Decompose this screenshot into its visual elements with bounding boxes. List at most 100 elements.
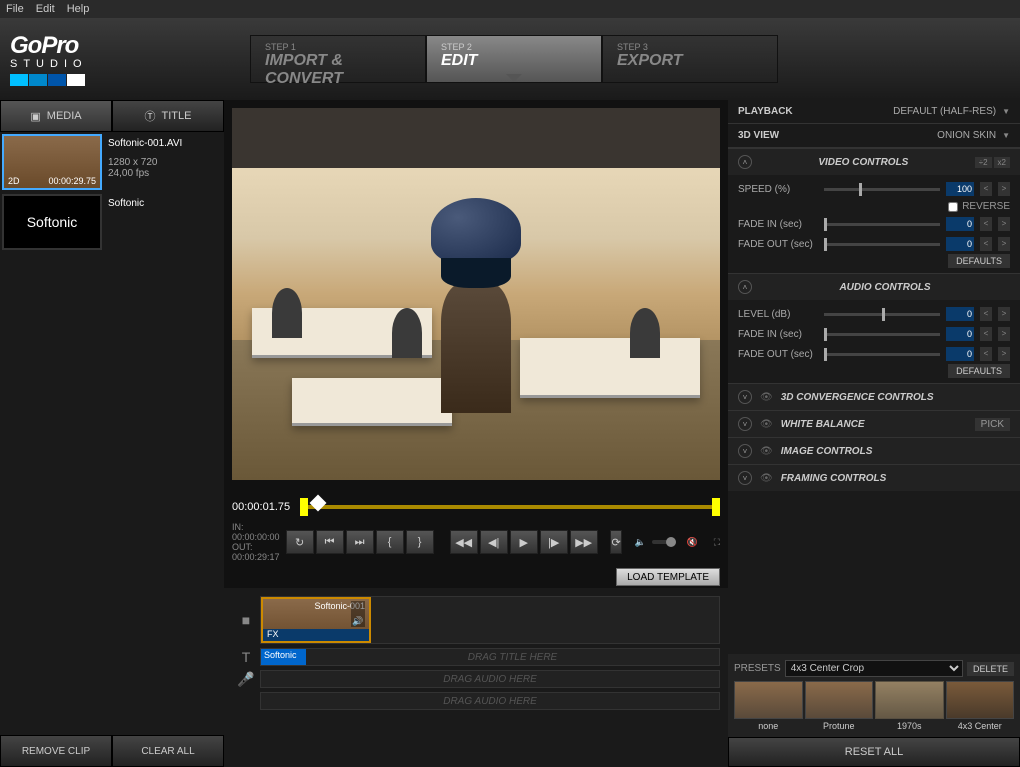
video-controls-header[interactable]: ˄ VIDEO CONTROLS ÷2x2 [728, 149, 1020, 175]
clip-filename: Softonic-001.AVI [108, 138, 216, 149]
fastforward-button[interactable]: ▶▶ [570, 530, 598, 554]
mute-icon[interactable]: 🔇 [686, 537, 697, 548]
playhead-icon[interactable] [310, 495, 327, 512]
eye-icon: 👁 [760, 446, 773, 457]
eye-icon: 👁 [760, 392, 773, 403]
reset-all-button[interactable]: RESET ALL [728, 737, 1020, 767]
clip-thumbnail: 2D00:00:29.75 [2, 134, 102, 190]
preset-delete-button[interactable]: DELETE [967, 662, 1014, 676]
fullscreen-icon[interactable]: ⛶ [714, 537, 720, 548]
playback-label: PLAYBACK [738, 106, 793, 117]
video-track[interactable]: Softonic-001 🔊 FX [260, 596, 720, 644]
framing-controls-header[interactable]: ˅👁FRAMING CONTROLS [728, 465, 1020, 491]
loop-button[interactable]: ↻ [286, 530, 314, 554]
audio-defaults-button[interactable]: DEFAULTS [948, 364, 1010, 378]
audio-fadeout-slider[interactable] [824, 353, 940, 356]
prev-clip-button[interactable]: ⏮ [316, 530, 344, 554]
menu-edit[interactable]: Edit [36, 3, 55, 15]
3dview-dropdown[interactable]: ONION SKIN [937, 130, 1010, 141]
title-track-icon: T [232, 649, 260, 665]
topbar: GoPro STUDIO STEP 1IMPORT & CONVERT STEP… [0, 18, 1020, 100]
step-import[interactable]: STEP 1IMPORT & CONVERT [250, 35, 426, 83]
3d-convergence-header[interactable]: ˅👁3D CONVERGENCE CONTROLS [728, 384, 1020, 410]
timeline-title-chip[interactable]: Softonic [261, 649, 306, 665]
menu-file[interactable]: File [6, 3, 24, 15]
menu-help[interactable]: Help [67, 3, 90, 15]
repeat-button[interactable]: ⟳ [610, 530, 623, 554]
logo: GoPro STUDIO [10, 32, 150, 86]
title-name: Softonic [108, 198, 216, 209]
step-export[interactable]: STEP 3EXPORT [602, 35, 778, 83]
step-edit[interactable]: STEP 2EDIT [426, 35, 602, 83]
out-time: 00:00:29:17 [232, 552, 280, 562]
volume-slider[interactable] [652, 540, 677, 544]
preset-dropdown[interactable]: 4x3 Center Crop [785, 660, 963, 677]
speed-inc[interactable]: > [998, 182, 1010, 196]
audio-track-1[interactable]: DRAG AUDIO HERE [260, 670, 720, 688]
step-forward-button[interactable]: |▶ [540, 530, 568, 554]
eye-icon: 👁 [760, 473, 773, 484]
preset-protune[interactable]: Protune [805, 681, 874, 731]
presets-label: PRESETS [734, 663, 781, 674]
mark-out-button[interactable]: } [406, 530, 434, 554]
reverse-checkbox[interactable] [948, 202, 958, 212]
workflow-steps: STEP 1IMPORT & CONVERT STEP 2EDIT STEP 3… [250, 35, 778, 83]
double-speed-button[interactable]: x2 [994, 157, 1010, 168]
preset-none[interactable]: none [734, 681, 803, 731]
timeline: ■ Softonic-001 🔊 FX T Softonic DRAG TITL… [224, 588, 728, 767]
collapse-icon: ˄ [738, 155, 752, 169]
title-thumbnail: Softonic [2, 194, 102, 250]
tab-media[interactable]: ▣MEDIA [0, 100, 112, 132]
fx-label: FX [263, 629, 369, 641]
3dview-label: 3D VIEW [738, 130, 779, 141]
next-clip-button[interactable]: ⏭ [346, 530, 374, 554]
image-controls-header[interactable]: ˅👁IMAGE CONTROLS [728, 438, 1020, 464]
video-fadein-slider[interactable] [824, 223, 940, 226]
clear-all-button[interactable]: CLEAR ALL [112, 735, 224, 767]
play-button[interactable]: ▶ [510, 530, 538, 554]
preview-viewport[interactable] [232, 108, 720, 480]
mark-in-button[interactable]: { [376, 530, 404, 554]
in-time: 00:00:00:00 [232, 532, 280, 542]
audio-controls-header[interactable]: ˄ AUDIO CONTROLS [728, 274, 1020, 300]
menubar: File Edit Help [0, 0, 1020, 18]
brand-blocks [10, 74, 150, 86]
audio-fadein-slider[interactable] [824, 333, 940, 336]
brand-sub: STUDIO [10, 58, 150, 70]
video-fadeout-slider[interactable] [824, 243, 940, 246]
playback-dropdown[interactable]: DEFAULT (HALF-RES) [893, 106, 1010, 117]
clip-fps: 24,00 fps [108, 168, 216, 179]
camera-icon: ▣ [30, 110, 40, 123]
title-track[interactable]: Softonic DRAG TITLE HERE [260, 648, 720, 666]
tab-title[interactable]: ⓉTITLE [112, 100, 224, 132]
speed-slider[interactable] [824, 188, 940, 191]
white-balance-header[interactable]: ˅👁WHITE BALANCEPICK [728, 411, 1020, 437]
remove-clip-button[interactable]: REMOVE CLIP [0, 735, 112, 767]
preset-1970s[interactable]: 1970s [875, 681, 944, 731]
eye-icon: 👁 [760, 419, 773, 430]
half-speed-button[interactable]: ÷2 [975, 157, 992, 168]
step-back-button[interactable]: ◀| [480, 530, 508, 554]
title-clip[interactable]: Softonic Softonic [2, 194, 222, 250]
text-icon: Ⓣ [145, 108, 156, 124]
load-template-button[interactable]: LOAD TEMPLATE [616, 568, 720, 586]
scrubber[interactable] [300, 505, 720, 509]
clip-audio-icon: 🔊 [351, 601, 365, 627]
audio-level-slider[interactable] [824, 313, 940, 316]
timeline-clip[interactable]: Softonic-001 🔊 FX [261, 597, 371, 643]
speed-dec[interactable]: < [980, 182, 992, 196]
rewind-button[interactable]: ◀◀ [450, 530, 478, 554]
brand-name: GoPro [10, 32, 150, 60]
collapse-icon: ˄ [738, 280, 752, 294]
drag-title-hint: DRAG TITLE HERE [468, 652, 557, 663]
preset-4x3[interactable]: 4x3 Center [946, 681, 1015, 731]
wb-pick-button[interactable]: PICK [975, 418, 1010, 431]
speed-label: SPEED (%) [738, 184, 818, 195]
media-clip[interactable]: 2D00:00:29.75 Softonic-001.AVI 1280 x 72… [2, 134, 222, 190]
audio-track-2[interactable]: DRAG AUDIO HERE [260, 692, 720, 710]
presets-panel: PRESETS 4x3 Center Crop DELETE none Prot… [728, 654, 1020, 737]
media-bin: ▣MEDIA ⓉTITLE 2D00:00:29.75 Softonic-001… [0, 100, 224, 767]
video-defaults-button[interactable]: DEFAULTS [948, 254, 1010, 268]
speed-value[interactable]: 100 [946, 182, 974, 196]
video-track-icon: ■ [232, 612, 260, 628]
